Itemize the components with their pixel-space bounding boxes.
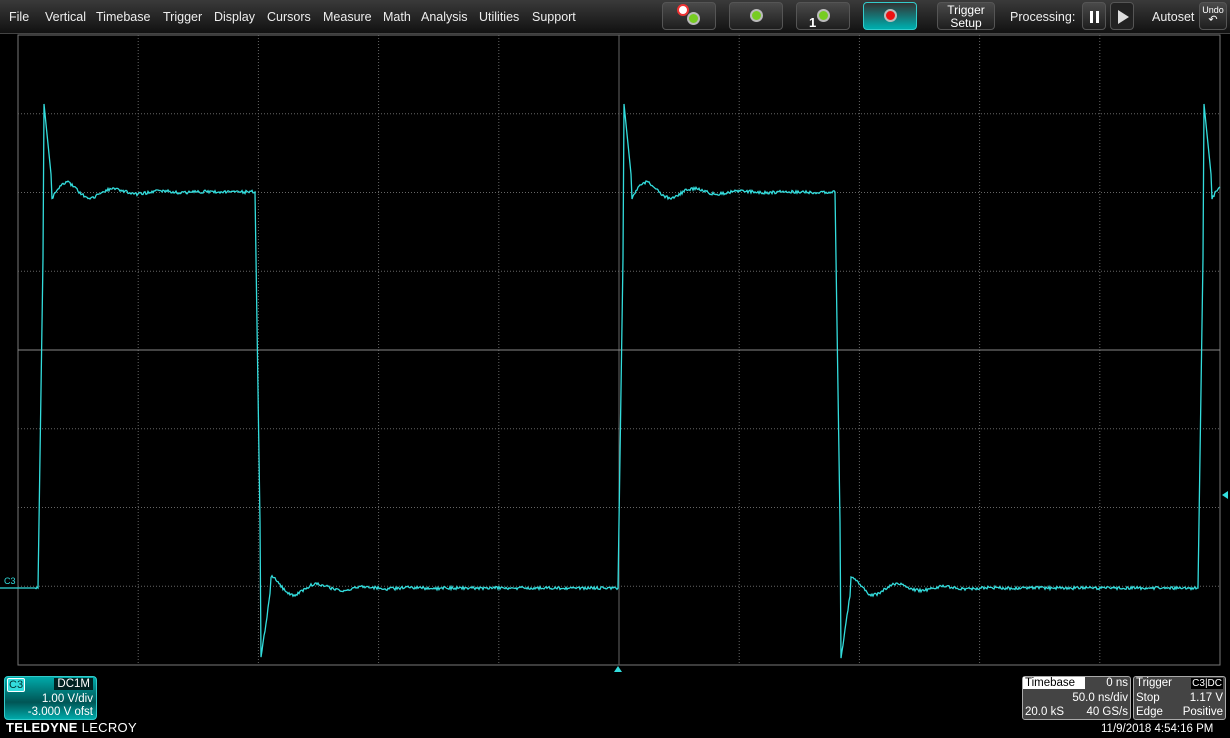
trigger-time-marker — [614, 666, 622, 672]
play-button[interactable] — [1110, 2, 1134, 30]
trigger-setup-label-2: Setup — [938, 17, 994, 30]
menu-display[interactable]: Display — [214, 10, 255, 24]
channel-coupling-badge: DC1M — [54, 678, 93, 690]
trigger-type: Edge — [1136, 706, 1163, 718]
menu-cursors[interactable]: Cursors — [267, 10, 311, 24]
menu-measure[interactable]: Measure — [323, 10, 372, 24]
trigger-coupling: DC — [1208, 678, 1222, 689]
trigger-descriptor[interactable]: Trigger C3|DC Stop 1.17 V Edge Positive — [1133, 676, 1226, 720]
play-icon — [1118, 10, 1129, 24]
menu-utilities[interactable]: Utilities — [479, 10, 519, 24]
logo-light: LECROY — [82, 720, 137, 735]
sample-count: 20.0 kS — [1025, 706, 1064, 718]
timebase-label: Timebase — [1023, 677, 1085, 689]
menu-timebase[interactable]: Timebase — [96, 10, 150, 24]
single-trigger-button[interactable]: 1 — [796, 2, 850, 30]
undo-button[interactable]: Undo ↶ — [1199, 2, 1227, 30]
auto-trigger-button[interactable] — [662, 2, 716, 30]
time-per-div: 50.0 ns/div — [1072, 692, 1128, 704]
trigger-source: C3 — [1192, 678, 1205, 689]
red-lamp-icon — [884, 9, 897, 22]
menu-vertical[interactable]: Vertical — [45, 10, 86, 24]
channel-offset: -3.000 V ofst — [28, 706, 93, 718]
menu-trigger[interactable]: Trigger — [163, 10, 202, 24]
menu-math[interactable]: Math — [383, 10, 411, 24]
menu-file[interactable]: File — [9, 10, 29, 24]
stop-trigger-button[interactable] — [863, 2, 917, 30]
timebase-descriptor[interactable]: Timebase 0 ns 50.0 ns/div 20.0 kS 40 GS/… — [1022, 676, 1131, 720]
green-lamp-icon — [687, 12, 700, 25]
trigger-source-badges: C3|DC — [1191, 678, 1223, 689]
pause-button[interactable] — [1082, 2, 1106, 30]
channel-name-badge: C3 — [7, 678, 25, 692]
sample-rate: 40 GS/s — [1086, 706, 1128, 718]
trigger-label: Trigger — [1136, 677, 1172, 689]
teledyne-lecroy-logo: TELEDYNE LECROY — [6, 720, 137, 735]
waveform-display[interactable]: C3 — [0, 34, 1230, 674]
processing-label: Processing: — [1010, 10, 1075, 24]
trigger-setup-button[interactable]: Trigger Setup — [937, 2, 995, 30]
single-badge: 1 — [809, 15, 816, 30]
green-lamp-icon — [750, 9, 763, 22]
trigger-level: 1.17 V — [1190, 692, 1223, 704]
channel-trace-label: C3 — [4, 576, 16, 586]
autoset-button[interactable]: Autoset — [1152, 10, 1194, 24]
channel-c3-trace — [0, 104, 1220, 658]
trigger-mode: Stop — [1136, 692, 1160, 704]
menu-support[interactable]: Support — [532, 10, 576, 24]
trigger-slope: Positive — [1183, 706, 1223, 718]
menu-analysis[interactable]: Analysis — [421, 10, 468, 24]
logo-bold: TELEDYNE — [6, 720, 78, 735]
volts-per-div: 1.00 V/div — [42, 693, 93, 705]
undo-icon: ↶ — [1200, 15, 1226, 26]
channel-c3-descriptor[interactable]: C3 DC1M 1.00 V/div -3.000 V ofst — [4, 676, 97, 720]
normal-trigger-button[interactable] — [729, 2, 783, 30]
menu-bar: File Vertical Timebase Trigger Display Cursor… — [0, 0, 1230, 34]
timestamp: 11/9/2018 4:54:16 PM — [1101, 723, 1213, 735]
green-lamp-icon — [817, 9, 830, 22]
trigger-level-marker — [1222, 491, 1228, 499]
pause-icon — [1090, 11, 1099, 23]
timebase-delay: 0 ns — [1106, 677, 1128, 689]
